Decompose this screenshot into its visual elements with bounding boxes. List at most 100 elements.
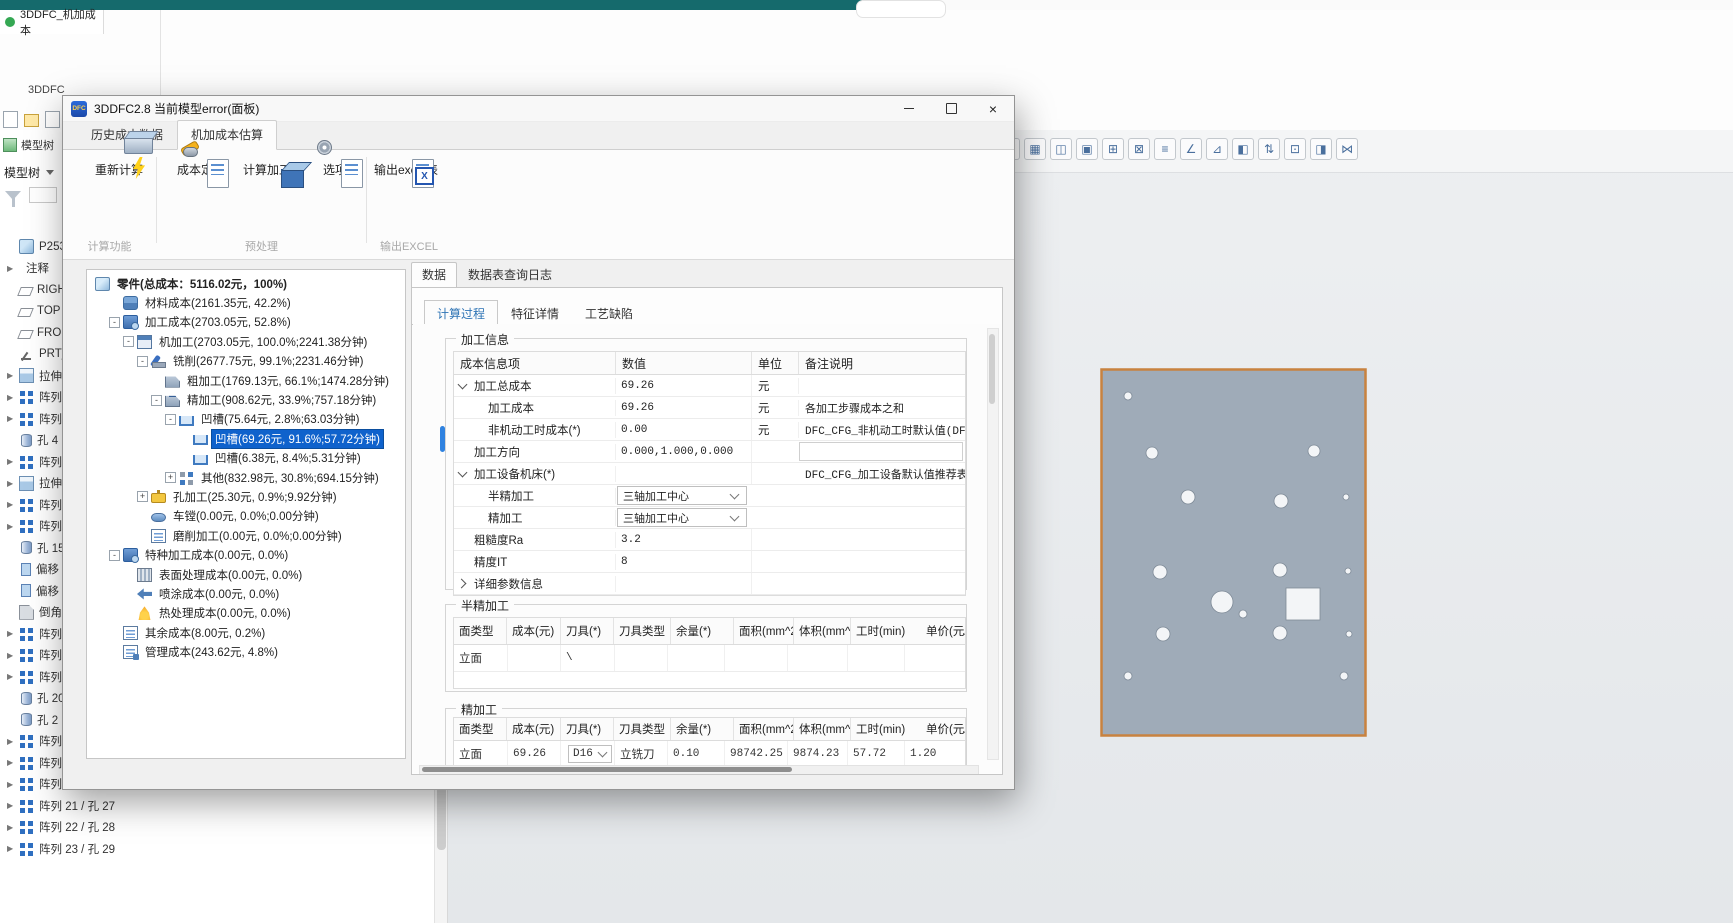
expand-arrow-icon[interactable]: ▶ (7, 780, 19, 789)
cost-tree-item[interactable]: - 特种加工成本(0.00元, 0.0%) (87, 545, 405, 564)
hole[interactable] (1274, 494, 1288, 508)
cost-tree-item[interactable]: - 机加工(2703.05元, 100.0%;2241.38分钟) (87, 332, 405, 351)
table-row[interactable]: 半精加工 三轴加工中心 (454, 485, 965, 507)
model-tree-header[interactable]: 模型树 (4, 164, 54, 181)
expand-arrow-icon[interactable]: ▶ (7, 629, 19, 638)
ribbon-icon[interactable]: ◨ (1310, 138, 1332, 160)
expand-arrow-icon[interactable]: ▶ (7, 264, 19, 273)
part-view[interactable] (1100, 368, 1367, 737)
column-header[interactable]: 面积(mm^2) (734, 718, 794, 740)
tab-calc-process[interactable]: 计算过程 (424, 300, 498, 325)
tree-expander[interactable]: - (109, 317, 120, 328)
cost-tree-item[interactable]: 零件(总成本：5116.02元，100%) (87, 274, 405, 293)
open-folder-icon[interactable] (24, 114, 39, 127)
background-ribbon-tab[interactable]: 3DDFC (28, 84, 65, 96)
table-row[interactable]: 精度IT 8 (454, 551, 965, 573)
cost-item-value[interactable]: 三轴加工中心 (617, 508, 747, 527)
hole[interactable] (1239, 610, 1247, 618)
ribbon-icon[interactable]: ⋈ (1336, 138, 1358, 160)
cost-item-remark[interactable]: DFC_CFG_加工设备默认值推荐表(DF (799, 463, 965, 484)
col-remark[interactable]: 备注说明 (799, 352, 965, 374)
cost-item-remark[interactable] (799, 551, 965, 572)
column-header[interactable]: 面积(mm^2) (734, 618, 794, 644)
cost-item-value[interactable] (616, 573, 752, 594)
column-header[interactable]: 体积(mm^3) (794, 618, 851, 644)
column-header[interactable]: 工时(min) (851, 618, 921, 644)
vertical-scrollbar[interactable] (987, 328, 999, 760)
col-unit[interactable]: 单位 (752, 352, 799, 374)
column-header[interactable]: 余量(*) (671, 618, 734, 644)
expand-arrow-icon[interactable]: ▶ (7, 393, 19, 402)
cost-item-remark[interactable]: 各加工步骤成本之和 (799, 397, 965, 418)
cost-tree-item[interactable]: 管理成本(243.62元, 4.8%) (87, 642, 405, 661)
expand-arrow-icon[interactable]: ▶ (7, 672, 19, 681)
tree-expander[interactable]: - (165, 414, 176, 425)
expand-arrow-icon[interactable]: ▶ (7, 522, 19, 531)
cost-tree-item[interactable]: - 加工成本(2703.05元, 52.8%) (87, 313, 405, 332)
tab-feature-detail[interactable]: 特征详情 (498, 300, 572, 325)
column-header[interactable]: 体积(mm^3) (794, 718, 851, 740)
column-header[interactable]: 工时(min) (851, 718, 921, 740)
cost-tree-item[interactable]: 凹槽(6.38元, 8.4%;5.31分钟) (87, 449, 405, 468)
ribbon-icon[interactable]: ⊞ (1102, 138, 1124, 160)
tool-cell[interactable]: \ (561, 645, 615, 671)
tree-expander[interactable]: + (165, 472, 176, 483)
cost-tree-item[interactable]: + 孔加工(25.30元, 0.9%;9.92分钟) (87, 487, 405, 506)
cost-item-remark[interactable] (799, 375, 965, 396)
cost-item-remark[interactable] (799, 442, 963, 461)
cost-tree-item[interactable]: 凹槽(69.26元, 91.6%;57.72分钟) (87, 429, 405, 448)
cost-tree-item[interactable]: - 凹槽(75.64元, 2.8%;63.03分钟) (87, 410, 405, 429)
cost-tree-item[interactable]: 车镗(0.00元, 0.0%;0.00分钟) (87, 507, 405, 526)
cost-tree-item[interactable]: 喷涂成本(0.00元, 0.0%) (87, 584, 405, 603)
cost-tree-item[interactable]: - 铣削(2677.75元, 99.1%;2231.46分钟) (87, 352, 405, 371)
col-cost-item[interactable]: 成本信息项 (454, 352, 616, 374)
cost-tree-item[interactable]: 其余成本(8.00元, 0.2%) (87, 623, 405, 642)
column-header[interactable]: 余量(*) (671, 718, 734, 740)
table-row[interactable]: 加工成本 69.26 元 各加工步骤成本之和 (454, 397, 965, 419)
hole[interactable] (1346, 631, 1352, 637)
model-tree-tab[interactable]: 模型树 (3, 137, 54, 153)
square-pocket[interactable] (1286, 588, 1320, 620)
options-button[interactable]: 选项 (305, 157, 365, 178)
row-expander[interactable] (454, 529, 470, 550)
hole[interactable] (1156, 627, 1170, 641)
table-row[interactable]: 加工设备机床(*) DFC_CFG_加工设备默认值推荐表(DF (454, 463, 965, 485)
close-button[interactable]: × (972, 96, 1014, 122)
cost-item-value[interactable] (616, 463, 752, 484)
tab-query-log[interactable]: 数据表查询日志 (457, 262, 563, 288)
row-expander[interactable] (454, 485, 470, 506)
tree-expander[interactable]: - (137, 356, 148, 367)
compute-faces-button[interactable]: 计算加工面 (233, 157, 313, 178)
row-expander[interactable] (454, 375, 470, 396)
table-row[interactable]: 粗糙度Ra 3.2 (454, 529, 965, 551)
expand-arrow-icon[interactable]: ▶ (7, 479, 19, 488)
model-tree-item[interactable]: ▶ 阵列 21 / 孔 27 (0, 795, 434, 817)
column-header[interactable]: 单价(元/min) (921, 618, 966, 644)
new-file-icon[interactable] (3, 111, 18, 128)
scrollbar-thumb[interactable] (989, 334, 995, 404)
tree-expander[interactable]: - (123, 336, 134, 347)
table-row[interactable]: 立面 69.26 D16 立铣刀 0.10 98742.25 (454, 741, 965, 767)
ribbon-icon[interactable]: ∠ (1180, 138, 1202, 160)
filter-icon[interactable] (5, 191, 21, 200)
cost-tree-item[interactable]: + 其他(832.98元, 30.8%;694.15分钟) (87, 468, 405, 487)
cost-item-remark[interactable] (797, 507, 965, 528)
hole[interactable] (1124, 392, 1132, 400)
column-header[interactable]: 成本(元) (507, 718, 561, 740)
row-expander[interactable] (454, 573, 470, 594)
expand-arrow-icon[interactable]: ▶ (7, 758, 19, 767)
cost-item-remark[interactable] (799, 529, 965, 550)
recalculate-button[interactable]: 重新计算 (81, 157, 157, 178)
scrollbar-thumb[interactable] (422, 767, 792, 772)
column-header[interactable]: 面类型 (454, 718, 507, 740)
app-tab[interactable]: 3DDFC_机加成本 (0, 10, 104, 34)
column-header[interactable]: 单价(元/min) (921, 718, 966, 740)
expand-arrow-icon[interactable]: ▶ (7, 844, 19, 853)
cost-item-value[interactable]: 3.2 (616, 529, 752, 550)
tool-cell[interactable]: D16 (561, 741, 615, 766)
ribbon-icon[interactable]: ⊠ (1128, 138, 1150, 160)
cost-locate-button[interactable]: 成本定位 (165, 157, 237, 178)
ribbon-icon[interactable]: ⊿ (1206, 138, 1228, 160)
hole[interactable] (1146, 447, 1158, 459)
hole[interactable] (1308, 445, 1320, 457)
